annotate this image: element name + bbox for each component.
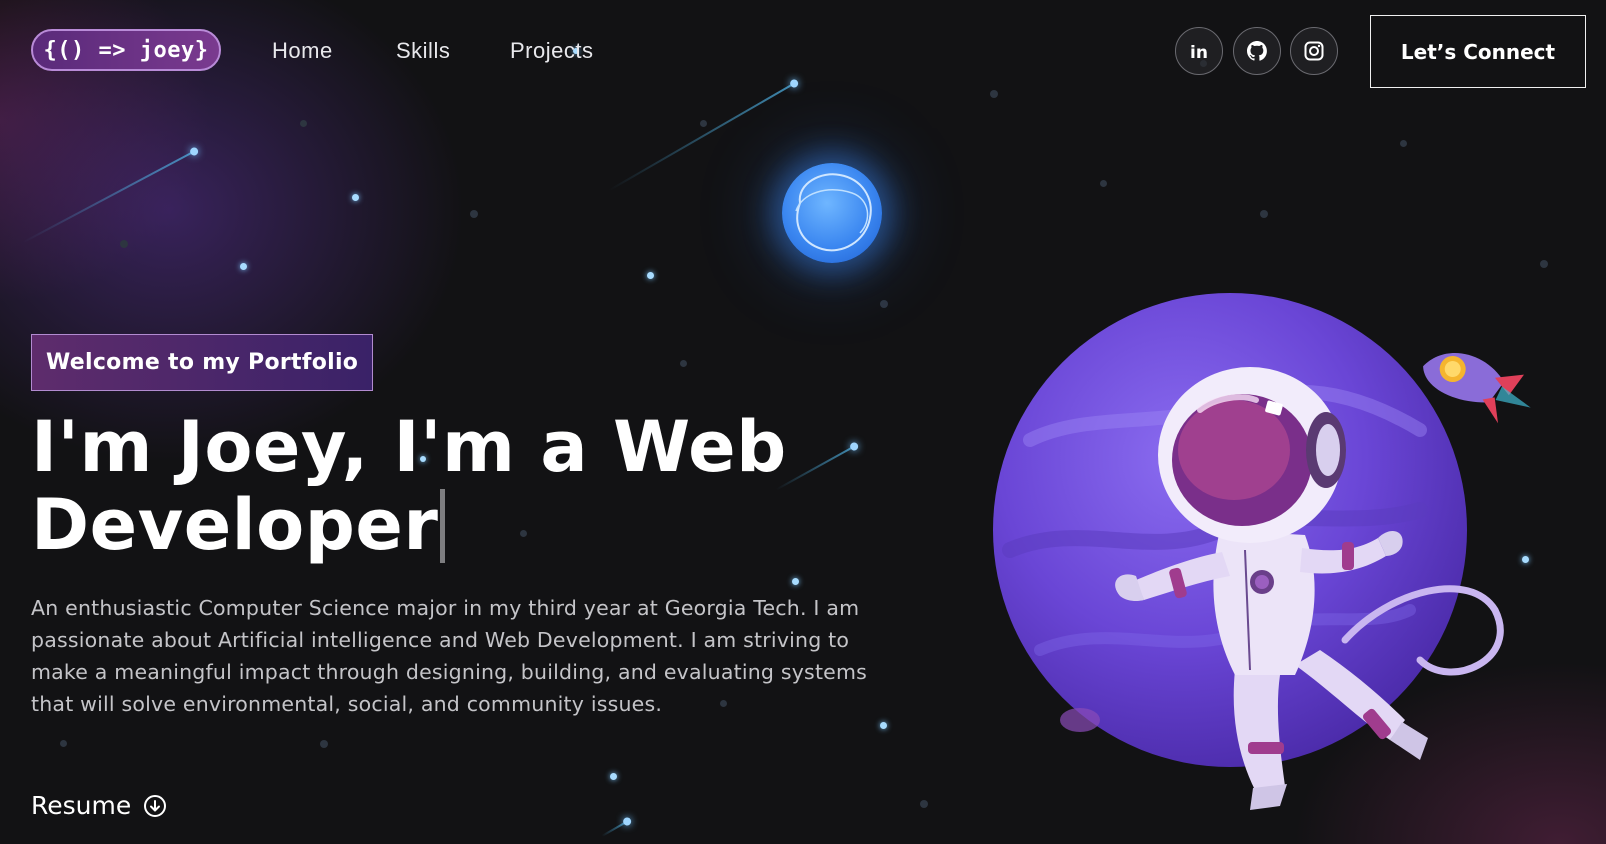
- lets-connect-button[interactable]: Let’s Connect: [1370, 15, 1586, 88]
- star: [880, 722, 887, 729]
- star: [470, 210, 478, 218]
- nav-link-projects[interactable]: Projects: [510, 38, 593, 64]
- typing-caret: [440, 489, 446, 563]
- star: [300, 120, 307, 127]
- linkedin-icon: in: [1187, 39, 1211, 63]
- planet-ring-outline: [795, 173, 872, 252]
- resume-link[interactable]: Resume: [31, 791, 167, 820]
- nav-link-skills[interactable]: Skills: [396, 38, 450, 64]
- hero-description: An enthusiastic Computer Science major i…: [31, 596, 868, 716]
- star: [1260, 210, 1268, 218]
- shooting-star: [601, 820, 629, 837]
- star: [680, 360, 687, 367]
- star: [880, 300, 888, 308]
- star: [352, 194, 359, 201]
- star: [120, 240, 128, 248]
- star: [700, 120, 707, 127]
- instagram-button[interactable]: [1290, 27, 1338, 75]
- shooting-star: [22, 150, 196, 244]
- welcome-tagline: Welcome to my Portfolio: [31, 334, 374, 391]
- star: [1540, 260, 1548, 268]
- download-circle-icon: [143, 794, 167, 818]
- resume-label: Resume: [31, 791, 132, 820]
- star: [647, 272, 654, 279]
- nav-link-home[interactable]: Home: [272, 38, 333, 64]
- svg-text:in: in: [1190, 43, 1208, 63]
- star: [1100, 180, 1107, 187]
- github-icon: [1245, 39, 1269, 63]
- github-button[interactable]: [1233, 27, 1281, 75]
- navbar: {() => joey} Home Skills Projects in Let…: [0, 0, 1606, 104]
- linkedin-button[interactable]: in: [1175, 27, 1223, 75]
- star: [320, 740, 328, 748]
- hero-headline-text: I'm Joey, I'm a Web Developer: [31, 406, 787, 566]
- star: [1400, 140, 1407, 147]
- star: [60, 740, 67, 747]
- star: [920, 800, 928, 808]
- star: [240, 263, 247, 270]
- star: [792, 578, 799, 585]
- astronaut-illustration: [993, 293, 1531, 810]
- glowing-blue-planet: [782, 163, 882, 263]
- site-logo[interactable]: {() => joey}: [31, 29, 221, 71]
- hero-headline: I'm Joey, I'm a Web Developer: [31, 408, 911, 564]
- instagram-icon: [1302, 39, 1326, 63]
- portfolio-page: {() => joey} Home Skills Projects in Let…: [0, 0, 1606, 844]
- star: [610, 773, 617, 780]
